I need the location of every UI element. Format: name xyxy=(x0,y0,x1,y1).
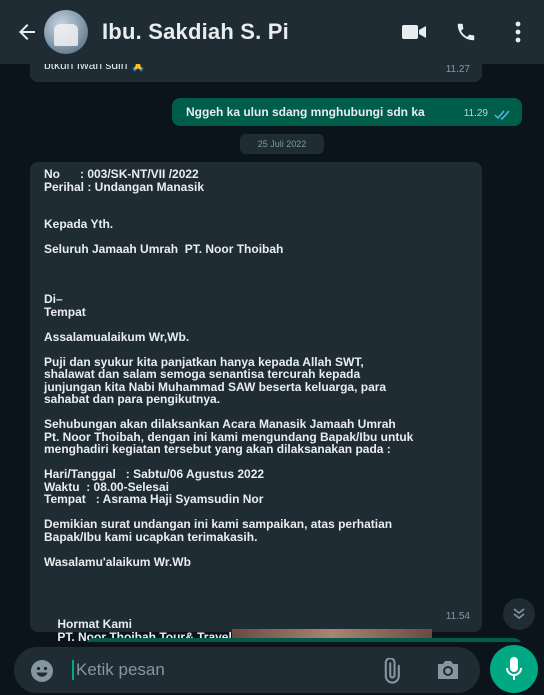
letter-line: menghadiri kegiatan tersebut yang akan d… xyxy=(44,442,391,456)
date-chip: 25 Juli 2022 xyxy=(240,134,324,154)
message-outgoing[interactable]: Nggeh ka ulun sdang mnghubungi sdn ka 11… xyxy=(172,98,522,126)
letter-line xyxy=(44,593,464,606)
letter-text: No : 003/SK-NT/VII /2022 Perihal : Undang… xyxy=(44,168,464,642)
letter-line: sahabat dan para pengikutnya. xyxy=(44,392,221,406)
compose-box xyxy=(14,647,480,693)
letter-line: Assalamualaikum Wr,Wb. xyxy=(44,329,190,344)
chat-area[interactable]: btkun Iwan sdin 🙏 11.27 Nggeh ka ulun sd… xyxy=(0,64,544,642)
scroll-to-bottom-button[interactable] xyxy=(503,598,535,630)
letter-line: Tempat : Asrama Haji Syamsudin Nor xyxy=(44,492,264,506)
message-incoming-letter[interactable]: No : 003/SK-NT/VII /2022 Perihal : Undang… xyxy=(30,162,482,642)
letter-line xyxy=(44,256,464,269)
letter-line xyxy=(44,281,464,294)
back-arrow-icon[interactable] xyxy=(12,17,42,47)
compose-bar xyxy=(0,642,544,695)
avatar[interactable] xyxy=(44,10,88,54)
message-time: 11.29 xyxy=(463,108,488,119)
letter-line: Hari/Tanggal : Sabtu/06 Agustus 2022 xyxy=(44,467,265,481)
video-call-icon[interactable] xyxy=(388,0,440,64)
read-receipt-icon xyxy=(494,107,512,125)
letter-line: Bapak/Ibu kami ucapkan terimakasih. xyxy=(44,529,258,544)
message-incoming[interactable]: btkun Iwan sdin 🙏 11.27 xyxy=(30,64,482,82)
letter-line: Sehubungan akan dilaksankan Acara Manasi… xyxy=(44,417,396,431)
message-text: Nggeh ka ulun sdang mnghubungi sdn ka xyxy=(186,105,425,119)
letter-line xyxy=(44,268,464,281)
camera-icon[interactable] xyxy=(435,658,461,684)
voice-call-icon[interactable] xyxy=(440,0,492,64)
letter-line: Kepada Yth. xyxy=(44,217,114,231)
letter-line: Perihal : Undangan Manasik xyxy=(44,179,205,194)
header-actions xyxy=(388,0,544,64)
message-text: btkun Iwan sdin 🙏 xyxy=(44,64,146,72)
message-input[interactable] xyxy=(76,655,356,685)
letter-line xyxy=(44,568,464,581)
message-time: 11.27 xyxy=(445,64,470,75)
letter-line: No : 003/SK-NT/VII /2022 xyxy=(44,167,199,181)
emoji-icon[interactable] xyxy=(30,659,54,683)
letter-line xyxy=(44,581,464,594)
microphone-icon xyxy=(506,657,522,680)
letter-line: Demikian surat undangan ini kami sampaik… xyxy=(44,517,393,531)
letter-line: Seluruh Jamaah Umrah PT. Noor Thoibah xyxy=(44,242,284,256)
microphone-button[interactable] xyxy=(490,645,538,693)
more-vertical-icon[interactable] xyxy=(492,0,544,64)
text-caret xyxy=(72,660,74,680)
letter-line: Wasalamu'alaikum Wr.Wb xyxy=(44,554,191,569)
letter-line xyxy=(44,318,464,331)
chat-header: Ibu. Sakdiah S. Pi xyxy=(0,0,544,64)
message-time: 11.54 xyxy=(445,611,470,622)
letter-line xyxy=(44,193,464,206)
letter-line: Tempat xyxy=(44,304,86,319)
letter-line: shalawat dan salam semoga senantisa terc… xyxy=(44,367,361,381)
letter-line: Di– xyxy=(44,292,63,306)
attach-icon[interactable] xyxy=(378,657,404,684)
letter-line xyxy=(44,343,464,356)
chevron-double-down-icon xyxy=(513,608,525,620)
contact-name[interactable]: Ibu. Sakdiah S. Pi xyxy=(102,19,289,45)
letter-line xyxy=(44,543,464,556)
